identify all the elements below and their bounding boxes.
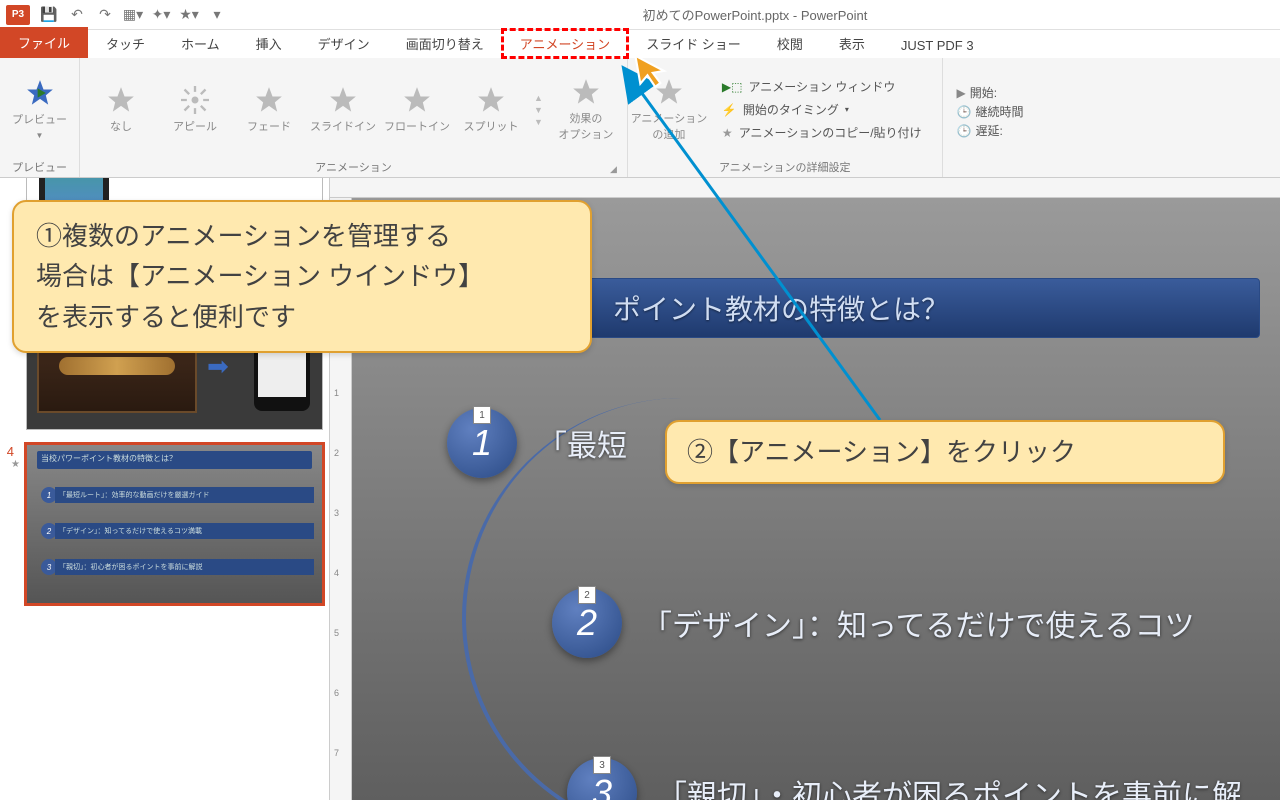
- lightning-icon: ⚡: [722, 103, 737, 117]
- trigger-button[interactable]: ⚡開始のタイミング▾: [716, 99, 928, 120]
- undo-icon[interactable]: ↶: [64, 2, 90, 28]
- callout-2: ②【アニメーション】をクリック: [665, 420, 1225, 484]
- tab-file[interactable]: ファイル: [0, 27, 88, 58]
- thumbnail-4[interactable]: 4 ★ 当校パワーポイント教材の特徴とは？ 1「最短ルート」：効率的な動画だけを…: [6, 444, 323, 604]
- arrow-icon: ➡: [207, 351, 229, 382]
- star-brush-icon: ★: [722, 126, 733, 140]
- tab-view[interactable]: 表示: [821, 29, 883, 58]
- star-play-icon: [26, 79, 54, 107]
- tab-justpdf[interactable]: JUST PDF 3: [883, 33, 992, 58]
- timing-start[interactable]: ▶開始:: [957, 84, 1024, 101]
- gallery-scroll[interactable]: ▲▼▼: [530, 93, 547, 127]
- effect-appear[interactable]: アピール: [160, 70, 230, 150]
- dialog-launcher-icon[interactable]: ◢: [610, 164, 617, 175]
- qat-btn[interactable]: ✦▾: [148, 2, 174, 28]
- tab-home[interactable]: ホーム: [163, 29, 238, 58]
- effect-none[interactable]: なし: [86, 70, 156, 150]
- ruler-horizontal: [330, 178, 1280, 198]
- bullet-3[interactable]: 33 「親切」・初心者が困るポイントを事前に解: [567, 758, 1242, 800]
- effect-floatin[interactable]: フロートイン: [382, 70, 452, 150]
- timing-delay[interactable]: 🕒遅延:: [957, 122, 1024, 139]
- bullet-2[interactable]: 22 「デザイン」：知ってるだけで使えるコツ: [552, 588, 1195, 658]
- ribbon-group-timing: ▶開始: 🕒継続時間 🕒遅延:: [943, 58, 1038, 177]
- tab-insert[interactable]: 挿入: [238, 29, 300, 58]
- animation-painter-button[interactable]: ★アニメーションのコピー/貼り付け: [716, 122, 928, 143]
- clock-icon: 🕒: [957, 124, 972, 138]
- timing-duration[interactable]: 🕒継続時間: [957, 103, 1024, 120]
- group-label-preview: プレビュー: [6, 157, 73, 177]
- effect-slidein[interactable]: スライドイン: [308, 70, 378, 150]
- qat-btn[interactable]: ★▾: [176, 2, 202, 28]
- tab-transitions[interactable]: 画面切り替え: [388, 29, 502, 58]
- qat-btn[interactable]: ▦▾: [120, 2, 146, 28]
- ribbon-group-advanced: アニメーション の追加 ▶⬚アニメーション ウィンドウ ⚡開始のタイミング▾ ★…: [628, 58, 943, 177]
- pane-icon: ▶⬚: [722, 80, 743, 94]
- qat-more-icon[interactable]: ▾: [204, 2, 230, 28]
- title-bar: P3 💾 ↶ ↷ ▦▾ ✦▾ ★▾ ▾ 初めてのPowerPoint.pptx …: [0, 0, 1280, 30]
- quick-access-toolbar: 💾 ↶ ↷ ▦▾ ✦▾ ★▾ ▾: [36, 2, 230, 28]
- group-label-animation: アニメーション◢: [86, 157, 621, 177]
- clock-icon: 🕒: [957, 105, 972, 119]
- preview-label: プレビュー: [12, 111, 67, 127]
- animation-pane-button[interactable]: ▶⬚アニメーション ウィンドウ: [716, 76, 928, 97]
- star-icon: [477, 86, 505, 114]
- window-title: 初めてのPowerPoint.pptx - PowerPoint: [230, 5, 1280, 24]
- bullet-1[interactable]: 11 「最短: [447, 408, 627, 478]
- callout-1: ①複数のアニメーションを管理する 場合は【アニメーション ウインドウ】 を表示す…: [12, 200, 592, 353]
- tab-animations[interactable]: アニメーション: [502, 29, 628, 58]
- star-icon: [403, 86, 431, 114]
- animation-star-icon: ★: [6, 459, 20, 470]
- effect-split[interactable]: スプリット: [456, 70, 526, 150]
- star-icon: [107, 86, 135, 114]
- group-label-advanced: アニメーションの詳細設定: [634, 157, 936, 177]
- app-icon: P3: [6, 5, 30, 25]
- star-icon: [329, 86, 357, 114]
- tab-design[interactable]: デザイン: [300, 29, 388, 58]
- save-icon[interactable]: 💾: [36, 2, 62, 28]
- redo-icon[interactable]: ↷: [92, 2, 118, 28]
- burst-icon: [181, 86, 209, 114]
- effect-fade[interactable]: フェード: [234, 70, 304, 150]
- play-icon: ▶: [957, 86, 966, 100]
- ribbon-group-animation: なし アピール フェード スライドイン フロートイン スプリット ▲▼▼ 効果の…: [80, 58, 628, 177]
- effect-options-button[interactable]: 効果の オプション: [551, 70, 621, 150]
- star-icon: [255, 86, 283, 114]
- tab-review[interactable]: 校閲: [759, 29, 821, 58]
- tab-touch[interactable]: タッチ: [88, 29, 163, 58]
- star-icon: [572, 78, 600, 106]
- ribbon-group-preview: プレビュー ▼ プレビュー: [0, 58, 80, 177]
- preview-button[interactable]: プレビュー ▼: [6, 70, 73, 150]
